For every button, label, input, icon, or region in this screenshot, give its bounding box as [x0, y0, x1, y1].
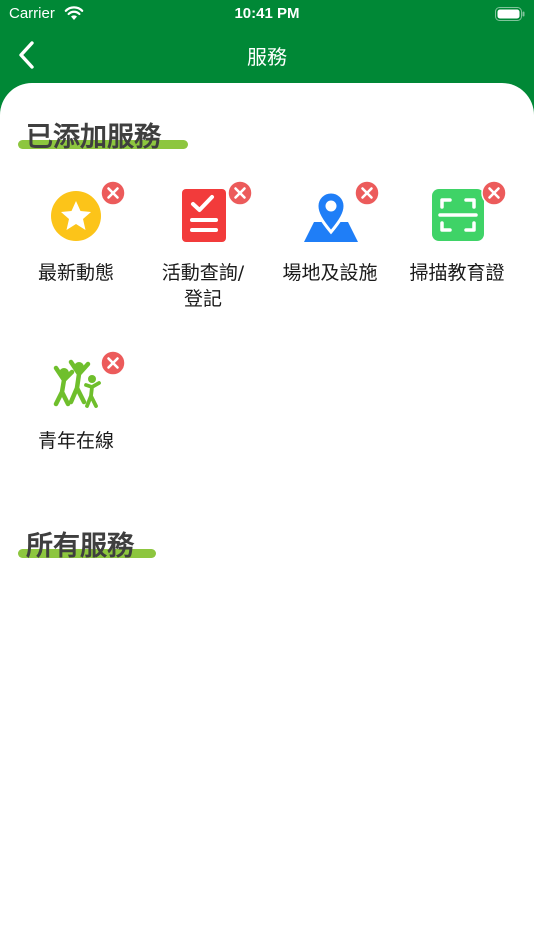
close-icon[interactable]: [227, 180, 253, 206]
all-services-title: 所有服務: [26, 531, 134, 562]
service-label: 掃描教育證: [409, 262, 505, 284]
clock: 10:41 PM: [234, 5, 300, 22]
services-panel: 已添加服務 最新動態 活動查詢/ 登記 場地及設施 掃描教育證 青年在線 所有服…: [0, 83, 534, 950]
people-icon: [53, 359, 101, 408]
status-bar: Carrier 10:41 PM: [0, 0, 534, 28]
star-icon: [51, 191, 101, 241]
page-title: 服務: [247, 45, 287, 69]
service-label: 場地及設施: [282, 262, 378, 284]
map-pin-icon: [304, 190, 358, 242]
service-label: 活動查詢/ 登記: [161, 262, 245, 310]
close-icon[interactable]: [100, 350, 126, 376]
service-label: 青年在線: [37, 430, 114, 452]
navigation-bar: 服務: [0, 28, 534, 83]
close-icon[interactable]: [481, 180, 507, 206]
added-services-title: 已添加服務: [26, 122, 161, 153]
close-icon[interactable]: [354, 180, 380, 206]
checklist-icon: [182, 189, 226, 242]
close-icon[interactable]: [100, 180, 126, 206]
battery-icon: [495, 7, 525, 21]
scan-frame-icon: [432, 189, 484, 241]
service-label: 最新動態: [37, 262, 114, 284]
